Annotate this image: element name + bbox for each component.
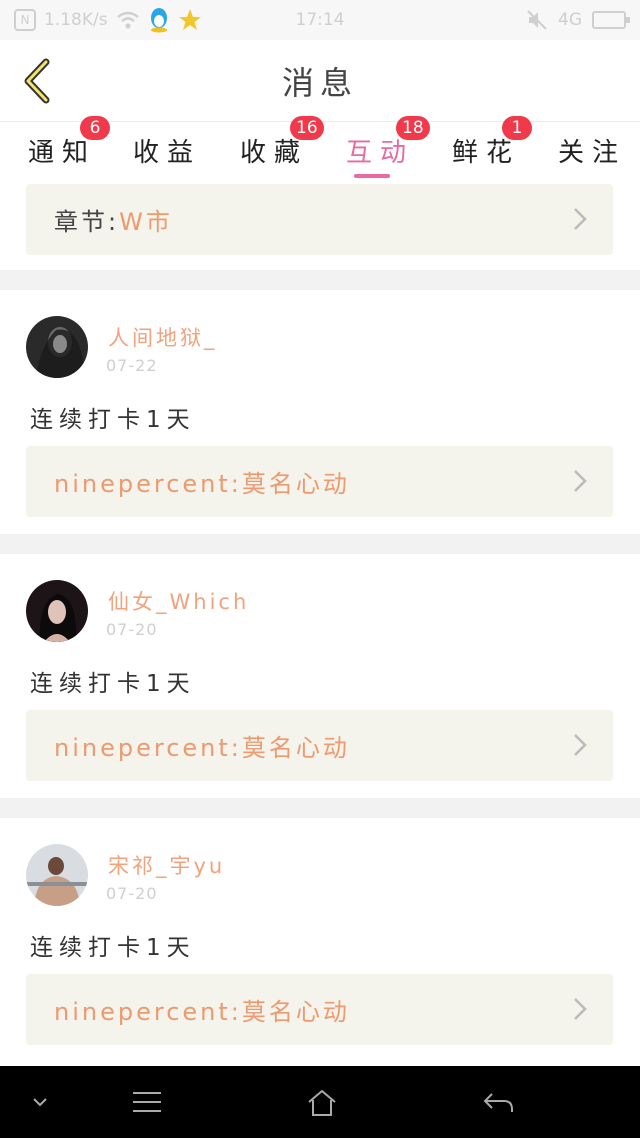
list-item: 人间地狱_ 07-22 连续打卡1天 ninepercent:莫名心动 <box>0 290 640 534</box>
tab-favorites-badge: 16 <box>290 116 324 140</box>
nav-collapse-button[interactable] <box>28 1088 52 1116</box>
network-speed: 1.18K/s <box>44 10 108 30</box>
nav-back-button[interactable] <box>480 1088 516 1116</box>
back-arrow-icon <box>483 1093 513 1112</box>
battery-icon <box>592 11 630 29</box>
status-left: N 1.18K/s <box>14 7 202 33</box>
chevron-down-icon <box>33 1098 47 1107</box>
post-link[interactable]: ninepercent:莫名心动 <box>26 974 613 1045</box>
avatar[interactable] <box>26 316 88 378</box>
timestamp: 07-22 <box>106 356 158 375</box>
status-right: 4G <box>526 9 630 31</box>
message-text: 连续打卡1天 <box>30 671 196 697</box>
post-link[interactable]: ninepercent:莫名心动 <box>26 710 613 781</box>
system-nav-bar <box>0 1066 640 1138</box>
notification-icon: N <box>14 9 36 31</box>
chevron-right-icon <box>574 208 587 230</box>
avatar[interactable] <box>26 580 88 642</box>
username[interactable]: 宋祁_宇yu <box>108 850 225 880</box>
username[interactable]: 人间地狱_ <box>108 322 218 352</box>
avatar[interactable] <box>26 844 88 906</box>
timestamp: 07-20 <box>106 620 158 639</box>
nav-menu-button[interactable] <box>130 1088 164 1116</box>
chevron-right-icon <box>574 998 587 1020</box>
qq-penguin-icon <box>150 8 167 33</box>
active-tab-indicator <box>354 174 390 178</box>
post-link-text: ninepercent:莫名心动 <box>54 998 350 1026</box>
chevron-left-icon <box>24 58 50 104</box>
chapter-link-label: 章节: <box>54 208 120 236</box>
signal-label: 4G <box>558 10 582 30</box>
wifi-icon <box>116 11 139 29</box>
status-bar: N 1.18K/s 17:14 4G <box>0 0 640 40</box>
username[interactable]: 仙女_Which <box>108 586 249 616</box>
list-item: 章节: W市 <box>0 184 640 270</box>
post-link-text: ninepercent:莫名心动 <box>54 470 350 498</box>
page-title: 消息 <box>281 63 358 102</box>
message-text: 连续打卡1天 <box>30 407 196 433</box>
post-link[interactable]: ninepercent:莫名心动 <box>26 446 613 517</box>
chapter-link-value: W市 <box>119 208 173 236</box>
back-button[interactable] <box>14 56 60 106</box>
mute-icon <box>527 10 547 30</box>
message-text: 连续打卡1天 <box>30 935 196 961</box>
post-link-text: ninepercent:莫名心动 <box>54 734 350 762</box>
tab-bar: 通知 6 收益 收藏 16 互动 18 鲜花 1 关注 <box>0 116 640 184</box>
list-item: 宋祁_宇yu 07-20 连续打卡1天 ninepercent:莫名心动 <box>0 818 640 1066</box>
timestamp: 07-20 <box>106 884 158 903</box>
interaction-list[interactable]: 章节: W市 人间地狱_ 07-22 连续打卡1天 ninepercent:莫名… <box>0 184 640 1066</box>
list-item: 仙女_Which 07-20 连续打卡1天 ninepercent:莫名心动 <box>0 554 640 798</box>
tab-earnings[interactable]: 收益 <box>133 132 201 169</box>
tab-notifications-badge: 6 <box>80 116 110 140</box>
chapter-link[interactable]: 章节: W市 <box>26 184 613 255</box>
nav-home-button[interactable] <box>304 1088 340 1118</box>
tab-flowers-badge: 1 <box>502 116 532 140</box>
tab-following[interactable]: 关注 <box>558 132 626 169</box>
menu-icon <box>133 1092 161 1112</box>
header: 消息 <box>0 40 640 122</box>
star-badge-icon <box>178 9 201 30</box>
chevron-right-icon <box>574 470 587 492</box>
tab-interactions-badge: 18 <box>396 116 430 140</box>
chevron-right-icon <box>574 734 587 756</box>
home-icon <box>308 1089 336 1116</box>
